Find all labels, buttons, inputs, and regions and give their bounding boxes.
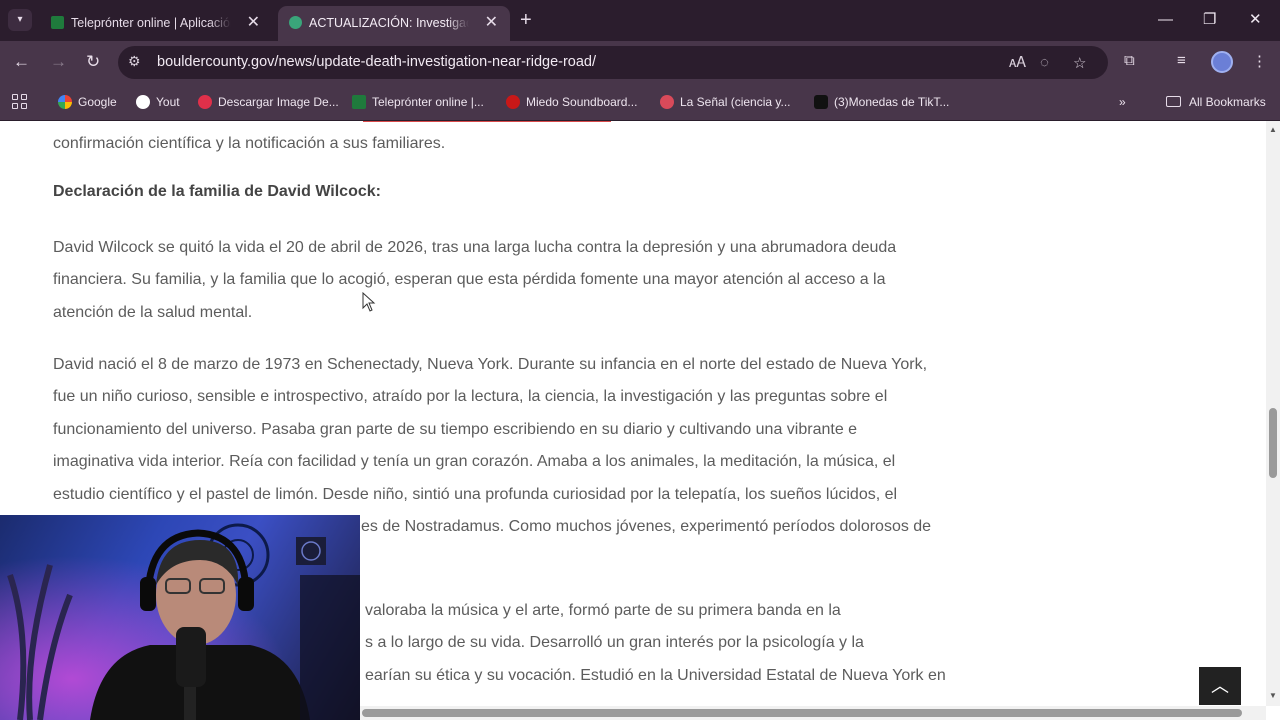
site-info-icon[interactable]: ⚙	[128, 53, 141, 70]
paragraph-1: David Wilcock se quitó la vida el 20 de …	[53, 239, 897, 321]
tab-search-button[interactable]: ▾	[8, 9, 32, 31]
browser-toolbar: ← → ↻ ⚙ bouldercounty.gov/news/update-de…	[0, 41, 1280, 84]
google-icon	[58, 95, 72, 109]
minimize-icon[interactable]: —	[1158, 9, 1173, 31]
extensions-icon[interactable]: ⧉	[1124, 52, 1135, 69]
webcam-overlay	[0, 515, 360, 720]
vertical-scrollbar[interactable]: ▲ ▼	[1266, 121, 1280, 706]
tab-actualizacion[interactable]: ACTUALIZACIÓN: Investigación de muerte ✕	[278, 6, 510, 41]
horizontal-scroll-thumb[interactable]	[362, 709, 1242, 717]
new-tab-icon[interactable]: +	[520, 8, 532, 32]
translate-icon[interactable]: 🗚	[1009, 54, 1026, 71]
tab-title: ACTUALIZACIÓN: Investigación de muerte	[309, 15, 469, 31]
yout-icon	[136, 95, 150, 109]
reading-list-icon[interactable]: ≡	[1177, 52, 1186, 69]
tab-close-icon[interactable]: ✕	[485, 13, 498, 33]
tab-teleprompter[interactable]: Teleprónter online | Aplicación de telep…	[40, 6, 272, 41]
tab-strip: ▾ Teleprónter online | Aplicación de tel…	[0, 0, 1280, 41]
folder-icon	[1166, 96, 1181, 107]
address-bar[interactable]: ⚙ bouldercounty.gov/news/update-death-in…	[118, 46, 1108, 79]
bookmark-yout[interactable]: Yout	[136, 93, 180, 111]
horizontal-scrollbar[interactable]	[360, 706, 1266, 720]
more-bookmarks-icon[interactable]: »	[1119, 93, 1126, 111]
all-bookmarks[interactable]: All Bookmarks	[1166, 93, 1266, 111]
profile-avatar[interactable]	[1211, 51, 1233, 73]
forward-arrow-icon[interactable]: →	[50, 51, 67, 73]
reload-icon[interactable]: ↻	[86, 51, 100, 73]
back-to-top-button[interactable]: ︿	[1199, 667, 1241, 705]
restore-icon[interactable]: ❐	[1203, 9, 1216, 31]
site-favicon-icon	[289, 16, 302, 29]
teleprompter-favicon-icon	[51, 16, 64, 29]
bookmark-miedo[interactable]: Miedo Soundboard...	[506, 93, 637, 111]
soundboard-icon	[506, 95, 520, 109]
tiktok-icon	[814, 95, 828, 109]
bookmark-teleprompter[interactable]: Teleprónter online |...	[352, 93, 484, 111]
chevron-up-icon: ︿	[1211, 676, 1229, 696]
menu-kebab-icon[interactable]: ⋮	[1252, 52, 1267, 70]
url-text[interactable]: bouldercounty.gov/news/update-death-inve…	[157, 54, 596, 70]
pinterest-icon	[198, 95, 212, 109]
la-senal-icon	[660, 95, 674, 109]
bookmark-tiktok[interactable]: (3)Monedas de TikT...	[814, 93, 949, 111]
tab-close-icon[interactable]: ✕	[247, 13, 260, 33]
eye-off-icon[interactable]: ◌	[1040, 54, 1049, 71]
bookmark-descargar[interactable]: Descargar Image De...	[198, 93, 339, 111]
streamer-video	[0, 515, 360, 720]
scroll-up-icon[interactable]: ▲	[1269, 125, 1277, 134]
tab-title: Teleprónter online | Aplicación de telep…	[71, 15, 231, 31]
close-window-icon[interactable]: ✕	[1249, 9, 1262, 31]
scroll-down-icon[interactable]: ▼	[1269, 691, 1277, 700]
family-statement-heading: Declaración de la familia de David Wilco…	[53, 183, 381, 200]
text-line: confirmación científica y la notificació…	[53, 135, 446, 152]
teleprompter-icon	[352, 95, 366, 109]
mouse-cursor-icon	[362, 292, 376, 312]
bookmark-google[interactable]: Google	[58, 93, 117, 111]
bookmarks-bar: Google Yout Descargar Image De... Telepr…	[0, 84, 1280, 121]
bookmark-la-senal[interactable]: La Señal (ciencia y...	[660, 93, 791, 111]
vertical-scroll-thumb[interactable]	[1269, 408, 1277, 478]
apps-grid-icon[interactable]	[12, 94, 28, 110]
link-underline	[363, 121, 611, 122]
star-bookmark-icon[interactable]: ☆	[1073, 54, 1086, 72]
paragraph-3: valoraba la música y el arte, formó part…	[365, 602, 946, 684]
back-arrow-icon[interactable]: ←	[13, 51, 30, 73]
